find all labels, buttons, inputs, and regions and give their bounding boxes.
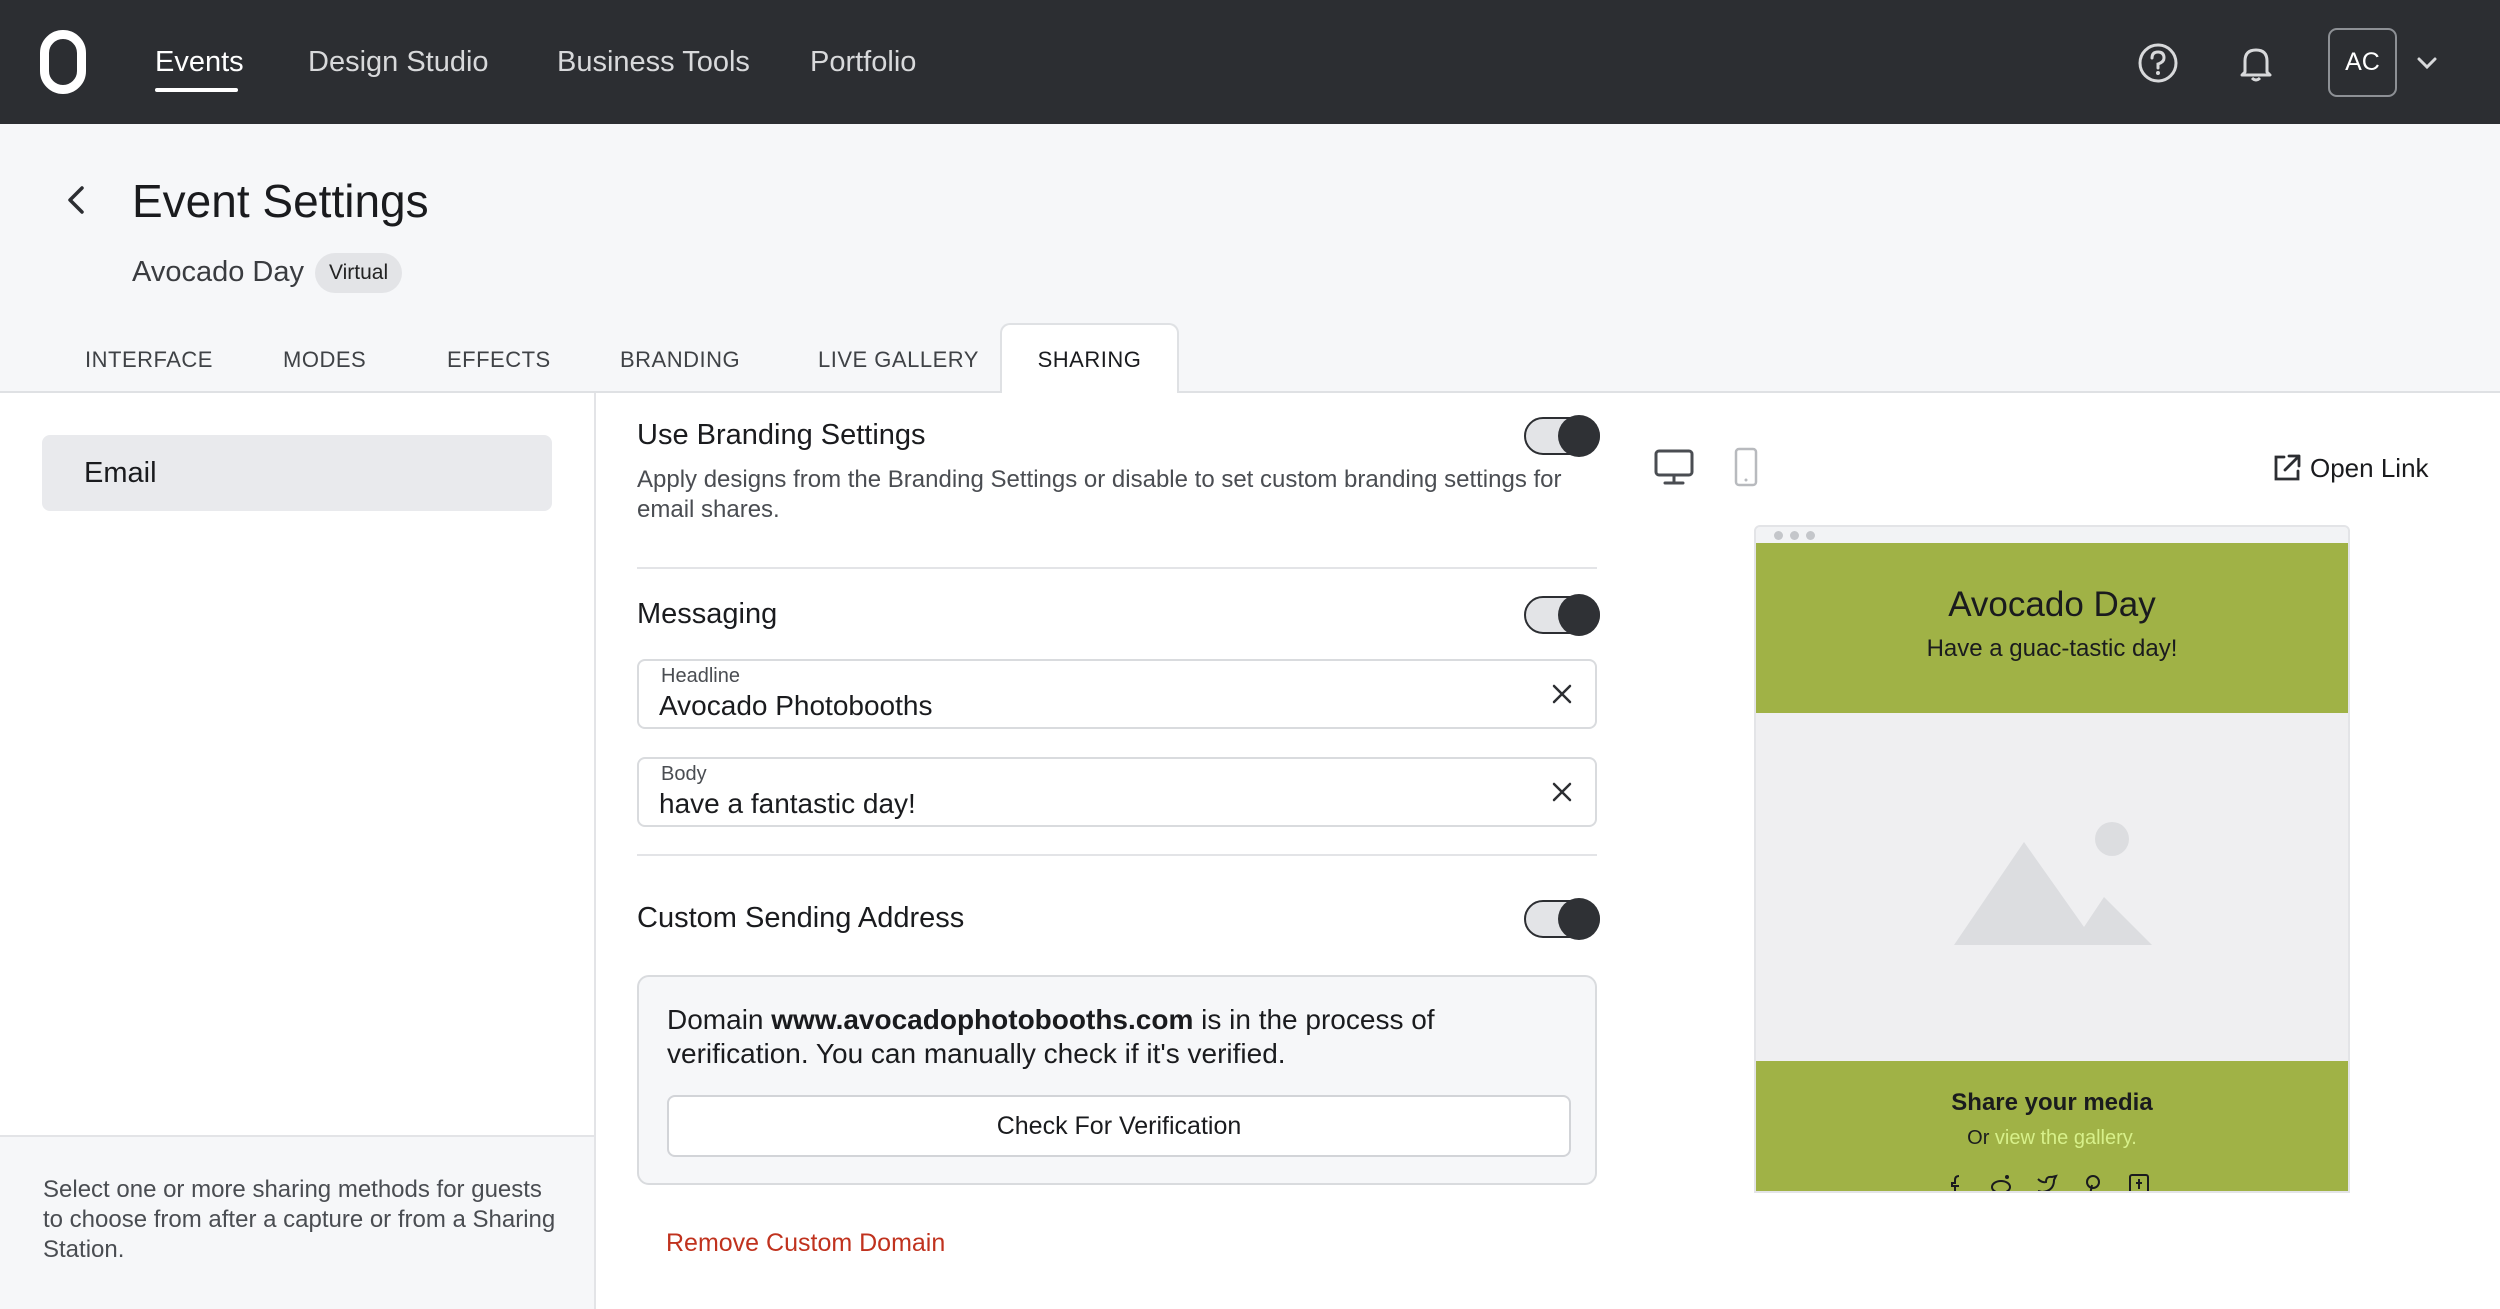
tab-effects[interactable]: EFFECTS: [447, 340, 551, 392]
email-preview: Avocado Day Have a guac-tastic day! Shar…: [1754, 525, 2350, 1193]
preview-title: Avocado Day: [1948, 585, 2156, 624]
tab-interface[interactable]: INTERFACE: [85, 340, 213, 392]
clear-headline-icon[interactable]: [1547, 679, 1577, 709]
preview-header: Avocado Day Have a guac-tastic day!: [1756, 543, 2348, 713]
nav-business-tools[interactable]: Business Tools: [557, 42, 750, 82]
domain-name: www.avocadophotobooths.com: [771, 1004, 1194, 1035]
sidebar-help-text: Select one or more sharing methods for g…: [43, 1176, 556, 1263]
custom-address-section-title: Custom Sending Address: [637, 902, 965, 934]
messaging-toggle[interactable]: [1524, 594, 1600, 636]
pinterest-icon[interactable]: [2082, 1173, 2104, 1193]
event-name: Avocado Day: [132, 256, 304, 288]
nav-active-indicator: [155, 88, 238, 92]
app-logo[interactable]: [40, 30, 86, 94]
facebook-icon[interactable]: [1946, 1173, 1968, 1193]
preview-gallery-link[interactable]: view the gallery.: [1995, 1127, 2137, 1149]
desktop-preview-icon[interactable]: [1652, 445, 1696, 489]
nav-portfolio[interactable]: Portfolio: [810, 42, 916, 82]
branding-section-title: Use Branding Settings: [637, 419, 926, 451]
image-placeholder-icon: [1954, 822, 2152, 945]
preview-share-title: Share your media: [1951, 1089, 2153, 1116]
domain-verification-box: Domain www.avocadophotobooths.com is in …: [637, 975, 1597, 1185]
branding-description: Apply designs from the Branding Settings…: [637, 466, 1562, 523]
domain-status-text: Domain www.avocadophotobooths.com is in …: [667, 1004, 1435, 1069]
clear-body-icon[interactable]: [1547, 777, 1577, 807]
nav-design-studio[interactable]: Design Studio: [308, 42, 489, 82]
messaging-section-title: Messaging: [637, 598, 778, 630]
tab-modes[interactable]: MODES: [283, 340, 366, 392]
body-label: Body: [661, 763, 707, 785]
section-divider: [637, 854, 1597, 856]
mobile-preview-icon[interactable]: [1724, 445, 1768, 489]
tab-sharing[interactable]: SHARING: [1000, 323, 1179, 393]
chevron-down-icon[interactable]: [2412, 48, 2442, 78]
user-avatar[interactable]: AC: [2328, 28, 2397, 97]
tab-live-gallery[interactable]: LIVE GALLERY: [818, 340, 979, 392]
sidebar-item-email[interactable]: Email: [42, 435, 552, 511]
custom-address-toggle[interactable]: [1524, 898, 1600, 940]
remove-custom-domain-link[interactable]: Remove Custom Domain: [666, 1229, 945, 1258]
tab-branding[interactable]: BRANDING: [620, 340, 740, 392]
twitter-icon[interactable]: [2036, 1173, 2058, 1193]
headline-field: Headline: [637, 659, 1597, 729]
body-field: Body: [637, 757, 1597, 827]
notifications-bell-icon[interactable]: [2233, 40, 2279, 86]
section-divider: [637, 567, 1597, 569]
body-input[interactable]: [659, 787, 1539, 821]
nav-events[interactable]: Events: [155, 42, 244, 82]
headline-input[interactable]: [659, 689, 1539, 723]
preview-social-icons: [1756, 1173, 2348, 1193]
help-icon[interactable]: [2135, 40, 2181, 86]
open-link-button[interactable]: Open Link: [2270, 449, 2429, 487]
preview-subtitle: Have a guac-tastic day!: [1926, 635, 2178, 662]
email-settings-panel: Use Branding Settings Apply designs from…: [596, 393, 2500, 1309]
sharing-methods-sidebar: Email Select one or more sharing methods…: [0, 393, 596, 1309]
headline-label: Headline: [661, 665, 740, 687]
preview-image-placeholder: [1756, 713, 2348, 1061]
preview-footer: Share your media Or view the gallery.: [1756, 1061, 2348, 1193]
check-verification-button[interactable]: Check For Verification: [667, 1095, 1571, 1157]
reddit-icon[interactable]: [1990, 1173, 2012, 1193]
sidebar-footer: Select one or more sharing methods for g…: [0, 1135, 594, 1309]
branding-toggle[interactable]: [1524, 415, 1600, 457]
preview-gallery-text: Or view the gallery.: [1967, 1127, 2137, 1149]
preview-window-bar: [1756, 527, 2348, 543]
top-navigation-bar: Events Design Studio Business Tools Port…: [0, 0, 2500, 124]
event-type-badge: Virtual: [315, 253, 403, 293]
back-arrow-icon[interactable]: [60, 182, 92, 218]
tumblr-icon[interactable]: [2128, 1173, 2150, 1193]
page-title: Event Settings: [132, 175, 429, 227]
